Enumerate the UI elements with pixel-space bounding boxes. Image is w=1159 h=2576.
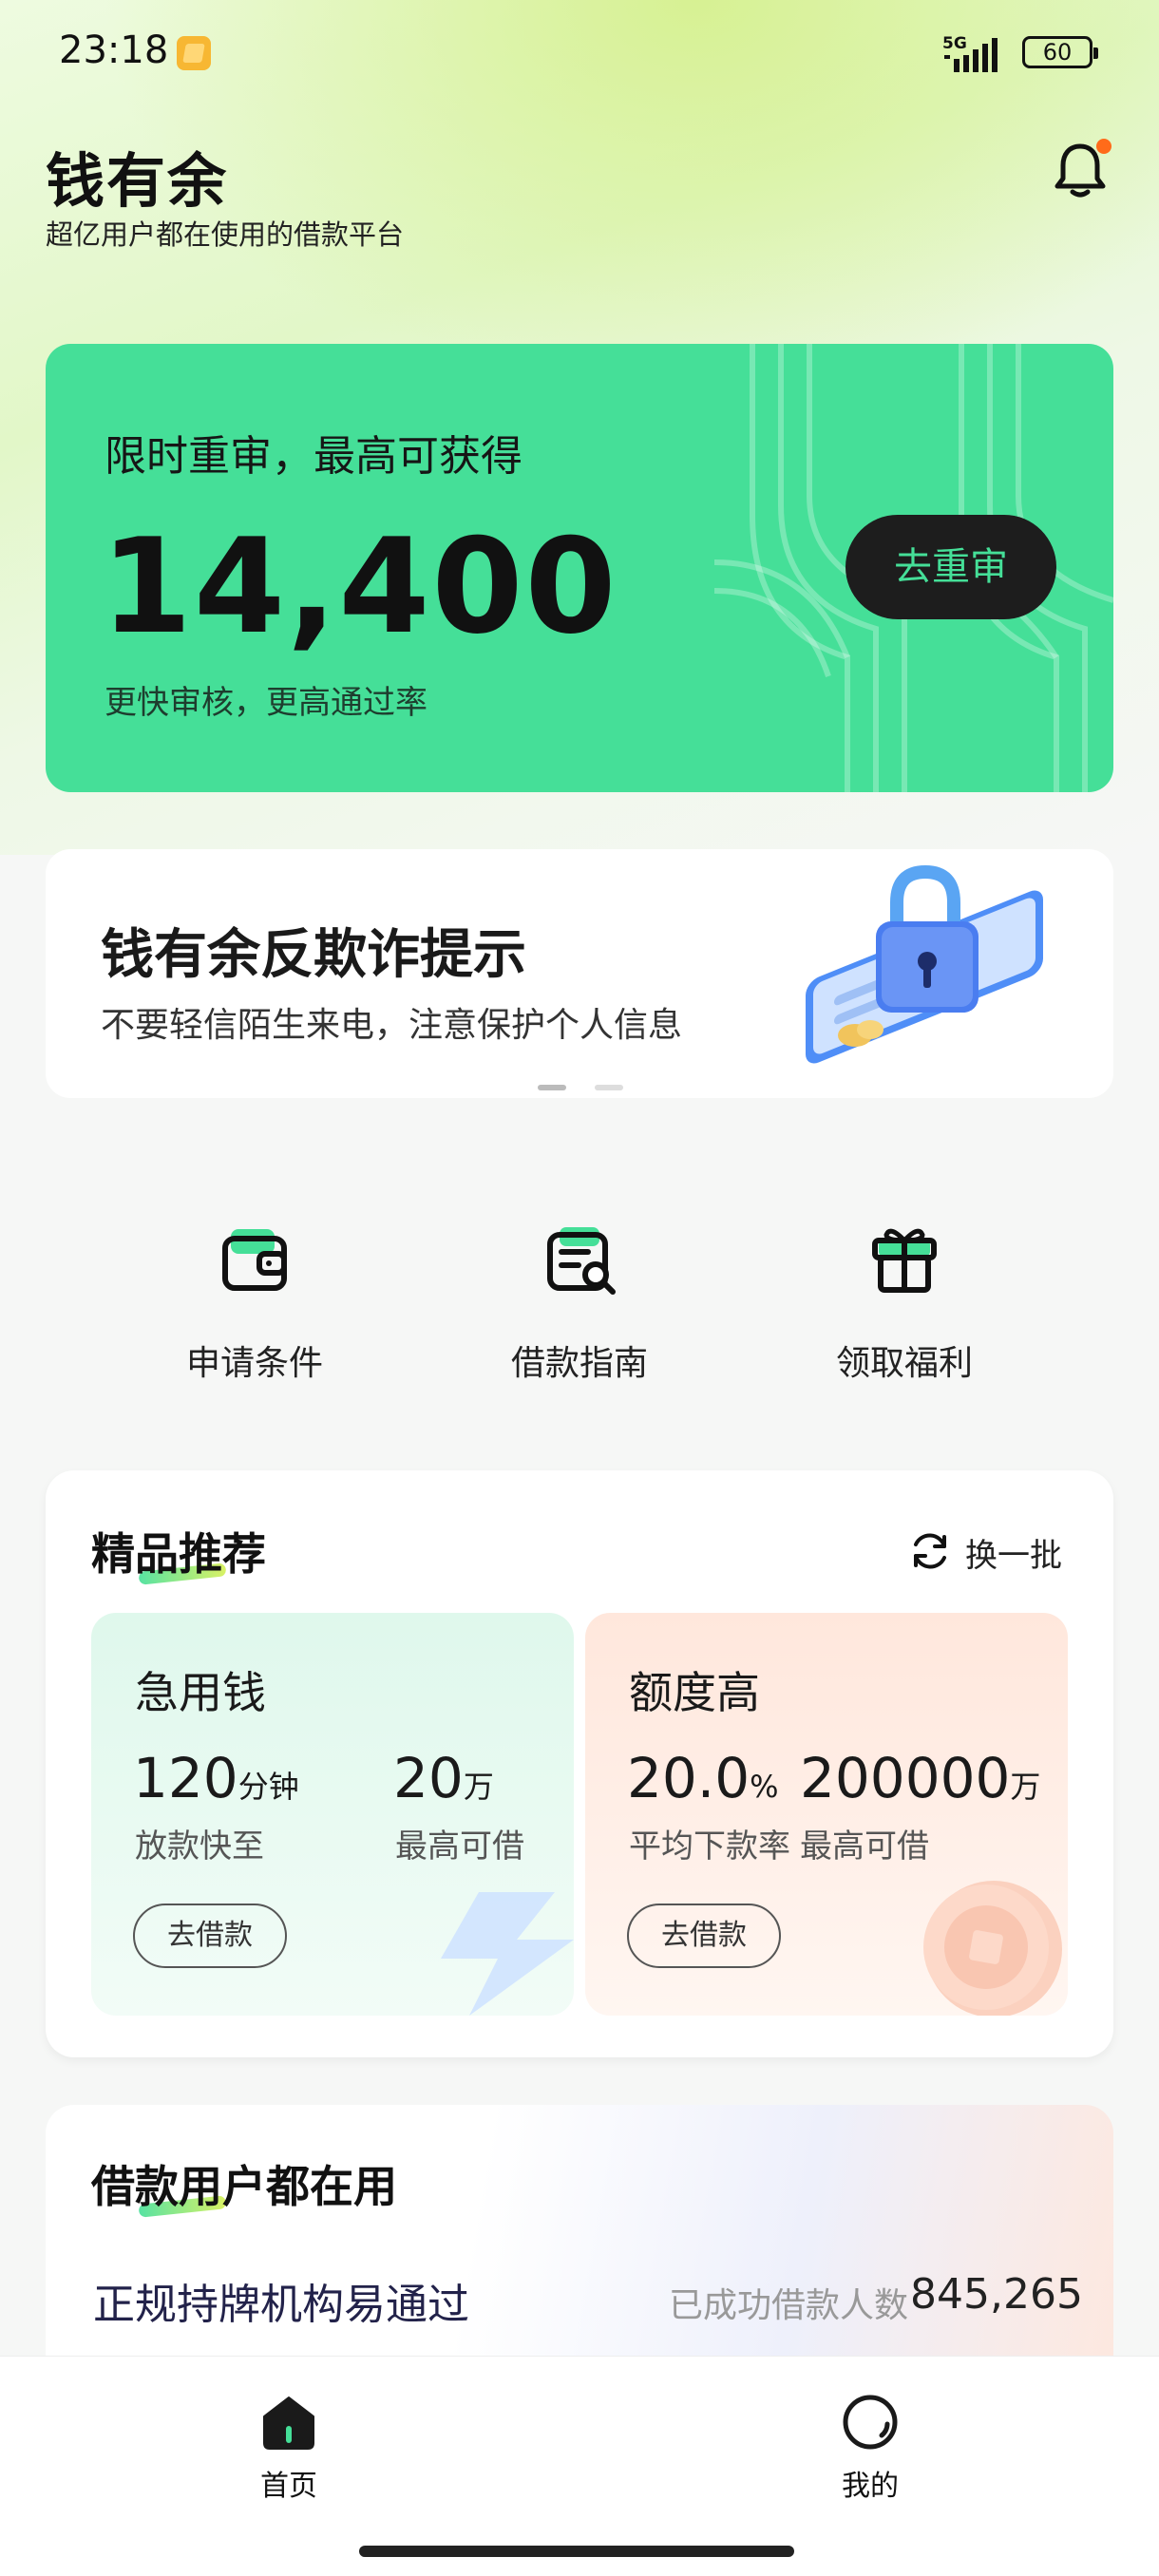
app-subtitle: 超亿用户都在使用的借款平台 bbox=[46, 218, 405, 251]
anti-fraud-banner[interactable]: 钱有余反欺诈提示 不要轻信陌生来电，注意保护个人信息 bbox=[46, 849, 1113, 1098]
product-stat-value: 20.0% bbox=[627, 1746, 779, 1810]
product-title: 额度高 bbox=[629, 1667, 760, 1718]
product-card-urgent[interactable]: 急用钱 120分钟 放款快至 20万 最高可借 去借款 bbox=[91, 1613, 574, 2016]
product-stat-label: 最高可借 bbox=[800, 1828, 929, 1866]
notification-app-icon bbox=[177, 36, 211, 70]
product-stat-label: 平均下款率 bbox=[629, 1828, 790, 1866]
users-subtitle: 正规持牌机构易通过 bbox=[93, 2281, 469, 2329]
battery-indicator: 60 bbox=[1022, 36, 1098, 68]
quick-entry-apply-conditions[interactable]: 申请条件 bbox=[131, 1216, 378, 1385]
nav-profile[interactable]: 我的 bbox=[804, 2392, 937, 2504]
wallet-icon bbox=[222, 1229, 287, 1291]
lock-phone-illustration bbox=[806, 864, 1043, 1064]
quick-entry-loan-guide[interactable]: 借款指南 bbox=[456, 1216, 703, 1385]
quick-entry-label: 领取福利 bbox=[835, 1344, 973, 1383]
product-stat-label: 最高可借 bbox=[395, 1828, 524, 1866]
re-review-button[interactable]: 去重审 bbox=[846, 515, 1056, 619]
banner-title: 钱有余反欺诈提示 bbox=[101, 924, 526, 986]
quick-entry-label: 借款指南 bbox=[510, 1344, 648, 1383]
product-stat-value: 120分钟 bbox=[133, 1746, 299, 1810]
nav-label: 首页 bbox=[260, 2470, 317, 2503]
quick-entry-benefits[interactable]: 领取福利 bbox=[781, 1216, 1028, 1385]
gift-icon bbox=[872, 1228, 937, 1293]
product-card-high-limit[interactable]: 额度高 20.0% 平均下款率 200000万 最高可借 去借款 bbox=[585, 1613, 1068, 2016]
promo-amount: 14,400 bbox=[101, 510, 618, 663]
product-stat-label: 放款快至 bbox=[135, 1828, 264, 1866]
refresh-button[interactable]: 换一批 bbox=[965, 1529, 1062, 1576]
app-title: 钱有余 bbox=[46, 146, 229, 216]
promo-card[interactable]: 限时重审，最高可获得 14,400 更快审核，更高通过率 去重审 bbox=[46, 344, 1113, 792]
document-search-icon bbox=[547, 1227, 616, 1295]
home-icon bbox=[263, 2396, 314, 2450]
borrow-button[interactable]: 去借款 bbox=[627, 1904, 781, 1968]
nav-home[interactable]: 首页 bbox=[222, 2392, 355, 2504]
recommend-title: 精品推荐 bbox=[91, 1528, 266, 1580]
status-time: 23:18 bbox=[59, 28, 169, 72]
users-count-label: 已成功借款人数 bbox=[669, 2286, 909, 2325]
coin-icon bbox=[923, 1881, 1062, 2016]
promo-headline: 限时重审，最高可获得 bbox=[104, 432, 522, 481]
bottom-navigation bbox=[0, 2356, 1159, 2576]
refresh-icon[interactable] bbox=[908, 1529, 952, 1573]
product-title: 急用钱 bbox=[135, 1667, 266, 1718]
lightning-icon bbox=[441, 1892, 574, 2016]
users-title: 借款用户都在用 bbox=[91, 2161, 397, 2212]
banner-text: 不要轻信陌生来电，注意保护个人信息 bbox=[101, 1006, 683, 1045]
nav-label: 我的 bbox=[842, 2470, 899, 2503]
product-stat-value: 20万 bbox=[393, 1746, 494, 1810]
users-section bbox=[46, 2105, 1113, 2390]
carousel-dot-active[interactable] bbox=[538, 1085, 566, 1090]
quick-entry-label: 申请条件 bbox=[185, 1344, 323, 1383]
borrow-button[interactable]: 去借款 bbox=[133, 1904, 287, 1968]
notification-dot bbox=[1096, 139, 1112, 154]
product-stat-value: 200000万 bbox=[800, 1746, 1041, 1810]
promo-subtext: 更快审核，更高通过率 bbox=[104, 684, 428, 722]
users-count: 845,265 bbox=[910, 2270, 1083, 2319]
carousel-dot[interactable] bbox=[595, 1085, 623, 1090]
home-indicator[interactable] bbox=[359, 2546, 794, 2557]
network-label: 5G bbox=[942, 34, 967, 53]
profile-icon bbox=[843, 2395, 898, 2450]
